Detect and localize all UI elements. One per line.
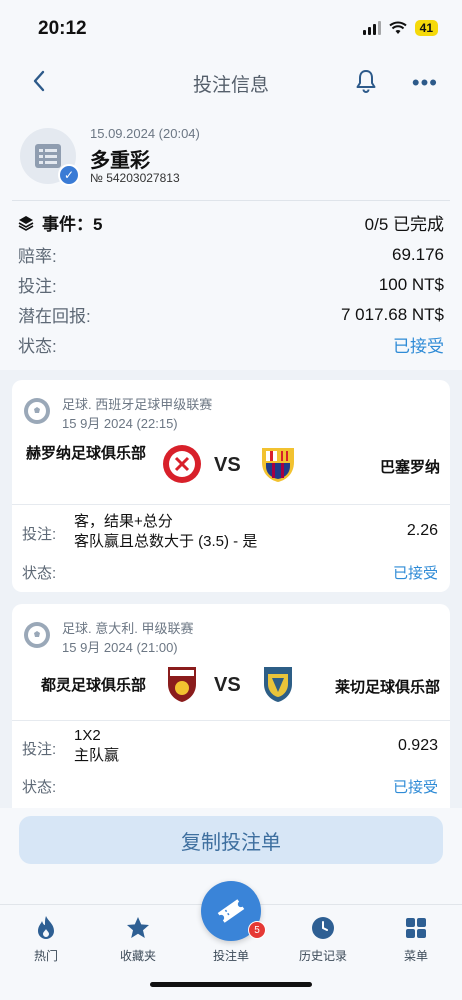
notification-button[interactable] xyxy=(354,68,378,99)
tab-menu[interactable]: 菜单 xyxy=(376,913,456,964)
header: 投注信息 ••• xyxy=(0,56,462,108)
bet-number: № 54203027813 xyxy=(90,171,180,185)
events-label: 事件：5 xyxy=(42,215,103,234)
bet-label: 投注: xyxy=(22,741,57,758)
page-title: 投注信息 xyxy=(192,75,269,96)
odds-value: 69.176 xyxy=(392,244,444,264)
fire-icon xyxy=(38,916,54,939)
tab-label: 菜单 xyxy=(403,949,428,963)
selection-market: 1X2 xyxy=(74,727,101,744)
tab-label: 热门 xyxy=(33,949,58,963)
ticket-icon xyxy=(217,899,245,923)
vs-label: VS xyxy=(214,674,241,696)
battery-indicator: 41 xyxy=(414,20,438,36)
events-value: 0/5 已完成 xyxy=(364,215,444,234)
status-value: 已接受 xyxy=(392,779,438,796)
tab-favorites[interactable]: 收藏夹 xyxy=(98,913,178,964)
soccer-ball-icon xyxy=(24,398,50,424)
tab-label: 投注单 xyxy=(212,949,249,963)
bet-avatar: ✓ xyxy=(20,128,80,186)
selection-market: 客，结果+总分 xyxy=(74,513,173,530)
status-label: 状态: xyxy=(22,565,57,582)
clock: 20:12 xyxy=(38,18,87,39)
potential-value: 7 017.68 NT$ xyxy=(340,304,444,324)
away-team: 莱切足球俱乐部 xyxy=(334,679,440,696)
bet-type: 多重彩 xyxy=(90,150,150,172)
stake-value: 100 NT$ xyxy=(378,274,444,294)
away-team: 巴塞罗纳 xyxy=(379,459,440,476)
list-icon xyxy=(35,144,61,168)
status-value: 已接受 xyxy=(393,337,444,356)
events-row: 事件：5 0/5 已完成 xyxy=(18,210,444,235)
status-bar: 20:12 41 xyxy=(0,0,462,56)
divider xyxy=(12,720,450,721)
potential-row: 潜在回报: 7 017.68 NT$ xyxy=(18,302,444,327)
tab-label: 历史记录 xyxy=(298,949,347,963)
potential-label: 潜在回报: xyxy=(18,307,91,326)
stake-row: 投注: 100 NT$ xyxy=(18,272,444,297)
signal-icon xyxy=(362,21,381,35)
wifi-icon xyxy=(388,21,407,34)
girona-crest-icon xyxy=(163,445,201,483)
tab-popular[interactable]: 热门 xyxy=(6,913,86,964)
check-icon: ✓ xyxy=(58,164,80,186)
selection-outcome: 客队赢且总数大于 (3.5) - 是 xyxy=(74,533,258,550)
match-date: 15 9月 2024 (22:15) xyxy=(62,416,178,431)
home-indicator xyxy=(150,982,312,987)
status-label: 状态: xyxy=(22,779,57,796)
bet-summary: ✓ 15.09.2024 (20:04) 多重彩 № 54203027813 事… xyxy=(0,108,462,370)
stake-label: 投注: xyxy=(18,277,57,296)
status-label: 状态: xyxy=(18,337,57,356)
bell-icon xyxy=(356,70,376,93)
league-name: 足球. 西班牙足球甲级联赛 xyxy=(62,397,213,412)
tab-history[interactable]: 历史记录 xyxy=(283,913,363,964)
status-value: 已接受 xyxy=(392,565,438,582)
divider xyxy=(12,504,450,505)
match-date: 15 9月 2024 (21:00) xyxy=(62,640,178,655)
home-team: 都灵足球俱乐部 xyxy=(40,677,146,694)
soccer-ball-icon xyxy=(24,622,50,648)
divider xyxy=(12,200,450,201)
match-card[interactable]: 足球. 西班牙足球甲级联赛 15 9月 2024 (22:15) 赫罗纳足球俱乐… xyxy=(12,380,450,592)
barcelona-crest-icon xyxy=(262,448,294,482)
grid-icon xyxy=(406,918,426,938)
lecce-crest-icon xyxy=(264,667,292,702)
odds-label: 赔率: xyxy=(18,247,57,266)
bet-date: 15.09.2024 (20:04) xyxy=(90,126,200,141)
selection-outcome: 主队赢 xyxy=(74,747,120,764)
match-card[interactable]: 足球. 意大利. 甲级联赛 15 9月 2024 (21:00) 都灵足球俱乐部… xyxy=(12,604,450,818)
vs-label: VS xyxy=(214,454,241,476)
bet-label: 投注: xyxy=(22,526,57,543)
star-icon xyxy=(127,917,149,938)
status-icons: 41 xyxy=(362,20,438,36)
league-name: 足球. 意大利. 甲级联赛 xyxy=(62,621,194,636)
selection-odds: 2.26 xyxy=(406,522,438,539)
betslip-count-badge: 5 xyxy=(248,921,266,939)
layers-icon xyxy=(18,215,34,231)
selection-odds: 0.923 xyxy=(397,737,438,754)
clock-icon xyxy=(312,917,334,939)
copy-betslip-button[interactable]: 复制投注单 xyxy=(19,816,443,864)
home-team: 赫罗纳足球俱乐部 xyxy=(25,445,146,462)
torino-crest-icon xyxy=(168,667,196,702)
more-button[interactable]: ••• xyxy=(412,70,438,96)
status-row: 状态: 已接受 xyxy=(18,332,444,357)
odds-row: 赔率: 69.176 xyxy=(18,242,444,267)
tab-label: 收藏夹 xyxy=(119,949,156,963)
